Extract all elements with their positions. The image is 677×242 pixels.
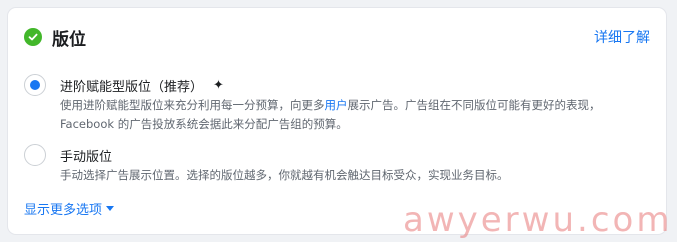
manual-placements-description: 手动选择广告展示位置。选择的版位越多，你就越有机会触达目标受众，实现业务目标。 (60, 168, 509, 182)
card-title: 版位 (52, 29, 86, 50)
advantage-desc-part1: 使用进阶赋能型版位来充分利用每一分预算，向更多 (60, 98, 325, 112)
sparkle-icon: ✦ (213, 78, 224, 93)
advantage-placements-title: 进阶赋能型版位（推荐） ✦ (60, 76, 224, 95)
card-header: 版位 详细了解 (24, 26, 650, 50)
check-circle-icon (24, 28, 42, 46)
caret-down-icon (106, 206, 115, 211)
placements-card: 版位 详细了解 进阶赋能型版位（推荐） ✦ 使用进阶赋能型版位来充分利用每一分预… (8, 8, 669, 240)
manual-placements-title: 手动版位 (60, 150, 113, 165)
show-more-options-button[interactable]: 显示更多选项 (24, 199, 115, 218)
advantage-placements-label: 进阶赋能型版位（推荐） (60, 80, 204, 95)
advantage-placements-radio[interactable] (24, 74, 46, 96)
watermark: awyerwu.com (403, 200, 673, 240)
learn-more-link[interactable]: 详细了解 (594, 27, 650, 47)
show-more-label: 显示更多选项 (24, 203, 103, 218)
manual-placements-radio[interactable] (24, 144, 46, 166)
users-link[interactable]: 用户 (325, 98, 348, 112)
advantage-placements-description: 使用进阶赋能型版位来充分利用每一分预算，向更多用户展示广告。广告组在不同版位可能… (60, 96, 640, 134)
